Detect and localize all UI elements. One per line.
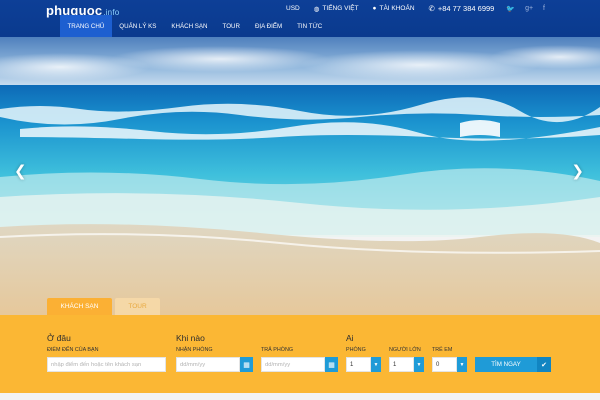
children-label: TRẺ EM [432,347,453,353]
account-label: TÀI KHOẢN [379,5,415,12]
checkin-label: NHẬN PHÒNG [176,347,213,353]
checkin-input[interactable]: dd/mm/yy [176,357,240,372]
nav-item-tour[interactable]: TOUR [215,15,247,37]
search-submit-button[interactable]: TÌM NGAY ✔ [475,357,551,372]
google-plus-icon[interactable]: g+ [520,5,538,12]
chevron-down-icon[interactable]: ▼ [457,357,467,372]
nav-item-places[interactable]: ĐỊA ĐIỂM [247,15,289,37]
nav-item-hotels[interactable]: KHÁCH SẠN [164,15,215,37]
nav-label: QUẢN LÝ KS [119,22,157,30]
nav-item-hotel-management[interactable]: QUẢN LÝ KS [112,15,164,37]
checkin-placeholder: dd/mm/yy [180,361,206,368]
who-title: Ai [346,333,354,343]
adults-value: 1 [393,361,397,368]
children-select[interactable]: 0 [432,357,457,372]
currency-label: USD [286,5,300,12]
phone-icon: ✆ [428,4,435,13]
nav-label: KHÁCH SẠN [171,22,208,30]
slider-next-arrow[interactable]: ❯ [571,162,584,180]
chevron-down-icon[interactable]: ▼ [414,357,424,372]
tab-tour[interactable]: TOUR [115,298,160,315]
facebook-icon[interactable]: f [538,5,550,12]
rooms-value: 1 [350,361,354,368]
calendar-icon[interactable]: ▦ [325,357,338,372]
nav-label: TRANG CHỦ [67,22,105,30]
rooms-select[interactable]: 1 [346,357,371,372]
site-header: phuquoc.info USD ◍ TIẾNG VIỆT ● TÀI KHOẢ… [0,0,600,37]
calendar-icon[interactable]: ▦ [240,357,253,372]
nav-label: TIN TỨC [297,22,323,30]
phone-link[interactable]: ✆ +84 77 384 6999 [422,4,502,13]
main-nav: TRANG CHỦ QUẢN LÝ KS KHÁCH SẠN TOUR ĐỊA … [60,15,330,37]
nav-item-home[interactable]: TRANG CHỦ [60,15,112,37]
checkout-placeholder: dd/mm/yy [265,361,291,368]
children-value: 0 [436,361,440,368]
globe-icon: ◍ [313,5,320,13]
search-panel: Ở đâu ĐIỂM ĐẾN CỦA BẠN nhập điểm đến hoặ… [0,315,600,393]
checkout-label: TRẢ PHÒNG [261,347,294,353]
language-selector[interactable]: ◍ TIẾNG VIỆT [307,5,366,13]
phone-number: +84 77 384 6999 [437,4,495,13]
top-bar: USD ◍ TIẾNG VIỆT ● TÀI KHOẢN ✆ +84 77 38… [279,4,550,13]
tab-label: KHÁCH SẠN [60,303,99,310]
beach-image [0,37,600,315]
destination-input[interactable]: nhập điểm đến hoặc tên khách sạn [47,357,166,372]
nav-item-news[interactable]: TIN TỨC [290,15,330,37]
user-icon: ● [372,5,377,12]
tab-label: TOUR [128,303,147,310]
adults-select[interactable]: 1 [389,357,414,372]
hero-slider: ❮ ❯ [0,37,600,315]
account-link[interactable]: ● TÀI KHOẢN [366,5,422,12]
search-submit-label: TÌM NGAY [491,361,521,368]
where-title: Ở đâu [47,333,71,343]
nav-label: TOUR [222,22,240,30]
rooms-label: PHÒNG [346,347,366,353]
check-icon: ✔ [537,357,551,372]
destination-placeholder: nhập điểm đến hoặc tên khách sạn [51,361,142,368]
chevron-down-icon[interactable]: ▼ [371,357,381,372]
slider-prev-arrow[interactable]: ❮ [14,162,27,180]
nav-label: ĐỊA ĐIỂM [254,22,283,30]
search-tabs: KHÁCH SẠN TOUR [47,298,160,315]
twitter-icon[interactable]: 🐦 [501,5,520,13]
language-label: TIẾNG VIỆT [322,5,359,12]
when-title: Khi nào [176,333,205,343]
tab-hotels[interactable]: KHÁCH SẠN [47,298,112,315]
destination-label: ĐIỂM ĐẾN CỦA BẠN [47,347,99,353]
checkout-input[interactable]: dd/mm/yy [261,357,325,372]
currency-selector[interactable]: USD [279,5,307,12]
adults-label: NGƯỜI LỚN [389,347,421,353]
